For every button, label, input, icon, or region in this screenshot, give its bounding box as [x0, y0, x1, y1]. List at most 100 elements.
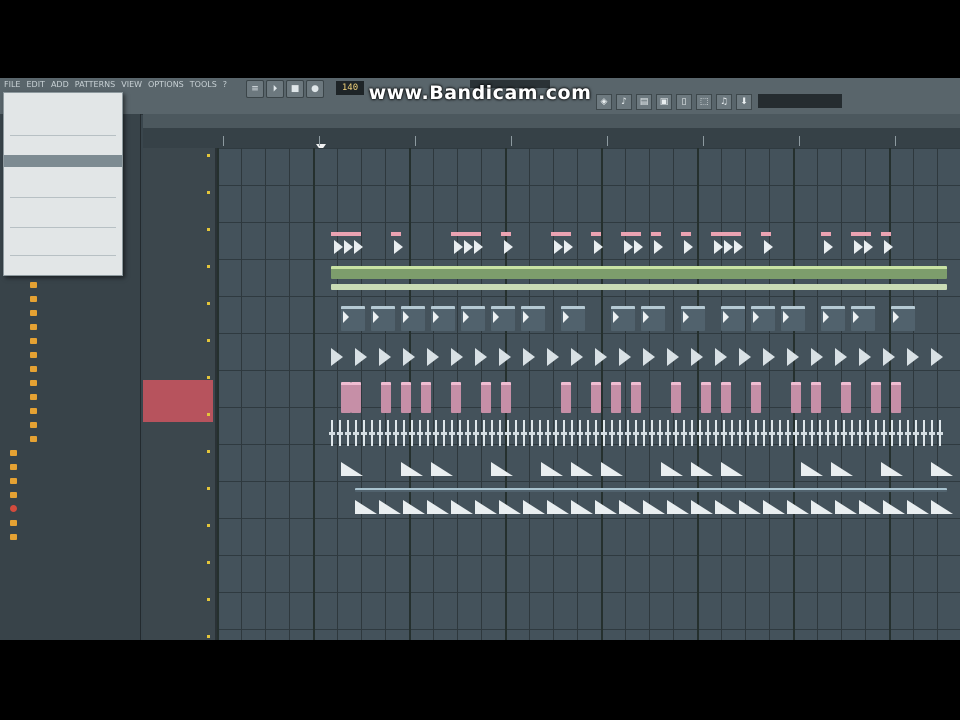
audio-clip[interactable]	[841, 382, 851, 413]
audio-clip[interactable]	[769, 432, 775, 435]
browser-item[interactable]	[10, 488, 21, 501]
audio-clip[interactable]	[341, 382, 351, 413]
audio-clip[interactable]	[377, 432, 383, 435]
menu-help[interactable]: ?	[223, 80, 227, 92]
audio-clip[interactable]	[705, 432, 711, 435]
menu-add[interactable]: ADD	[51, 80, 69, 92]
audio-clip[interactable]	[619, 498, 641, 514]
context-menu-item[interactable]	[4, 261, 122, 273]
audio-clip[interactable]	[611, 306, 635, 331]
audio-clip[interactable]	[331, 348, 343, 366]
audio-clip[interactable]	[657, 432, 663, 435]
pattern-song-toggle[interactable]: ≡	[246, 80, 264, 98]
track-mute-led[interactable]	[207, 598, 210, 601]
audio-clip[interactable]	[541, 460, 563, 476]
browser-item[interactable]	[30, 278, 41, 291]
channel-rack-icon[interactable]: ▤	[636, 94, 652, 110]
audio-clip[interactable]	[591, 232, 605, 256]
audio-clip[interactable]	[353, 432, 359, 435]
audio-clip[interactable]	[427, 348, 439, 366]
audio-clip[interactable]	[931, 498, 953, 514]
audio-clip[interactable]	[937, 432, 943, 435]
audio-clip[interactable]	[793, 432, 799, 435]
browser-item[interactable]	[30, 348, 41, 361]
menu-tools[interactable]: TOOLS	[190, 80, 217, 92]
audio-clip[interactable]	[355, 348, 367, 366]
tempo-display[interactable]: 140	[336, 81, 364, 95]
audio-clip[interactable]	[633, 432, 639, 435]
context-menu-item[interactable]	[4, 97, 122, 109]
context-menu-item[interactable]	[4, 123, 122, 135]
browser-item[interactable]	[30, 320, 41, 333]
audio-clip[interactable]	[721, 306, 745, 331]
context-menu-item[interactable]	[4, 139, 122, 151]
audio-clip[interactable]	[641, 432, 647, 435]
audio-clip[interactable]	[811, 348, 823, 366]
audio-clip[interactable]	[491, 306, 515, 331]
audio-clip[interactable]	[425, 432, 431, 435]
audio-clip[interactable]	[523, 348, 535, 366]
audio-clip[interactable]	[471, 232, 485, 256]
audio-clip[interactable]	[571, 460, 593, 476]
audio-clip[interactable]	[451, 382, 461, 413]
audio-clip[interactable]	[381, 382, 391, 413]
audio-clip[interactable]	[907, 498, 929, 514]
audio-clip[interactable]	[403, 348, 415, 366]
context-menu-item[interactable]	[4, 155, 122, 167]
microphone-icon[interactable]: ♫	[716, 94, 732, 110]
audio-clip[interactable]	[787, 348, 799, 366]
audio-clip[interactable]	[859, 348, 871, 366]
audio-clip[interactable]	[731, 232, 745, 256]
audio-clip[interactable]	[513, 432, 519, 435]
audio-clip[interactable]	[403, 498, 425, 514]
audio-clip[interactable]	[673, 432, 679, 435]
context-menu-item[interactable]	[4, 109, 122, 121]
browser-item[interactable]	[30, 418, 41, 431]
browser-item[interactable]	[10, 474, 21, 487]
audio-clip[interactable]	[631, 232, 645, 256]
browser-item[interactable]	[30, 306, 41, 319]
audio-clip[interactable]	[661, 460, 683, 476]
context-menu-item[interactable]	[4, 169, 122, 181]
audio-clip[interactable]	[825, 432, 831, 435]
audio-clip[interactable]	[461, 306, 485, 331]
selected-track-header[interactable]	[143, 380, 213, 422]
audio-clip[interactable]	[571, 348, 583, 366]
audio-clip[interactable]	[547, 498, 569, 514]
browser-item[interactable]	[30, 376, 41, 389]
menu-patterns[interactable]: PATTERNS	[75, 80, 115, 92]
browser-item[interactable]	[30, 390, 41, 403]
audio-clip[interactable]	[883, 348, 895, 366]
audio-clip[interactable]	[401, 432, 407, 435]
audio-clip[interactable]	[561, 432, 567, 435]
audio-clip[interactable]	[341, 306, 365, 331]
audio-clip[interactable]	[569, 432, 575, 435]
audio-clip[interactable]	[781, 306, 805, 331]
audio-clip[interactable]	[561, 382, 571, 413]
audio-clip[interactable]	[331, 284, 947, 290]
track-mute-led[interactable]	[207, 339, 210, 342]
audio-clip[interactable]	[873, 432, 879, 435]
audio-clip[interactable]	[341, 460, 363, 476]
audio-clip[interactable]	[571, 498, 593, 514]
piano-roll-icon[interactable]: ♪	[616, 94, 632, 110]
track-mute-led[interactable]	[207, 413, 210, 416]
stop-button[interactable]: ■	[286, 80, 304, 98]
audio-clip[interactable]	[897, 432, 903, 435]
audio-clip[interactable]	[801, 460, 823, 476]
audio-clip[interactable]	[345, 432, 351, 435]
audio-clip[interactable]	[761, 232, 775, 256]
audio-clip[interactable]	[691, 498, 713, 514]
audio-clip[interactable]	[835, 498, 857, 514]
audio-clip[interactable]	[497, 432, 503, 435]
audio-clip[interactable]	[715, 498, 737, 514]
audio-clip[interactable]	[391, 232, 405, 256]
audio-clip[interactable]	[721, 460, 743, 476]
audio-clip[interactable]	[697, 432, 703, 435]
audio-clip[interactable]	[465, 432, 471, 435]
audio-clip[interactable]	[701, 382, 711, 413]
track-mute-led[interactable]	[207, 302, 210, 305]
audio-clip[interactable]	[907, 348, 919, 366]
audio-clip[interactable]	[691, 460, 713, 476]
mixer-icon[interactable]: ▣	[656, 94, 672, 110]
